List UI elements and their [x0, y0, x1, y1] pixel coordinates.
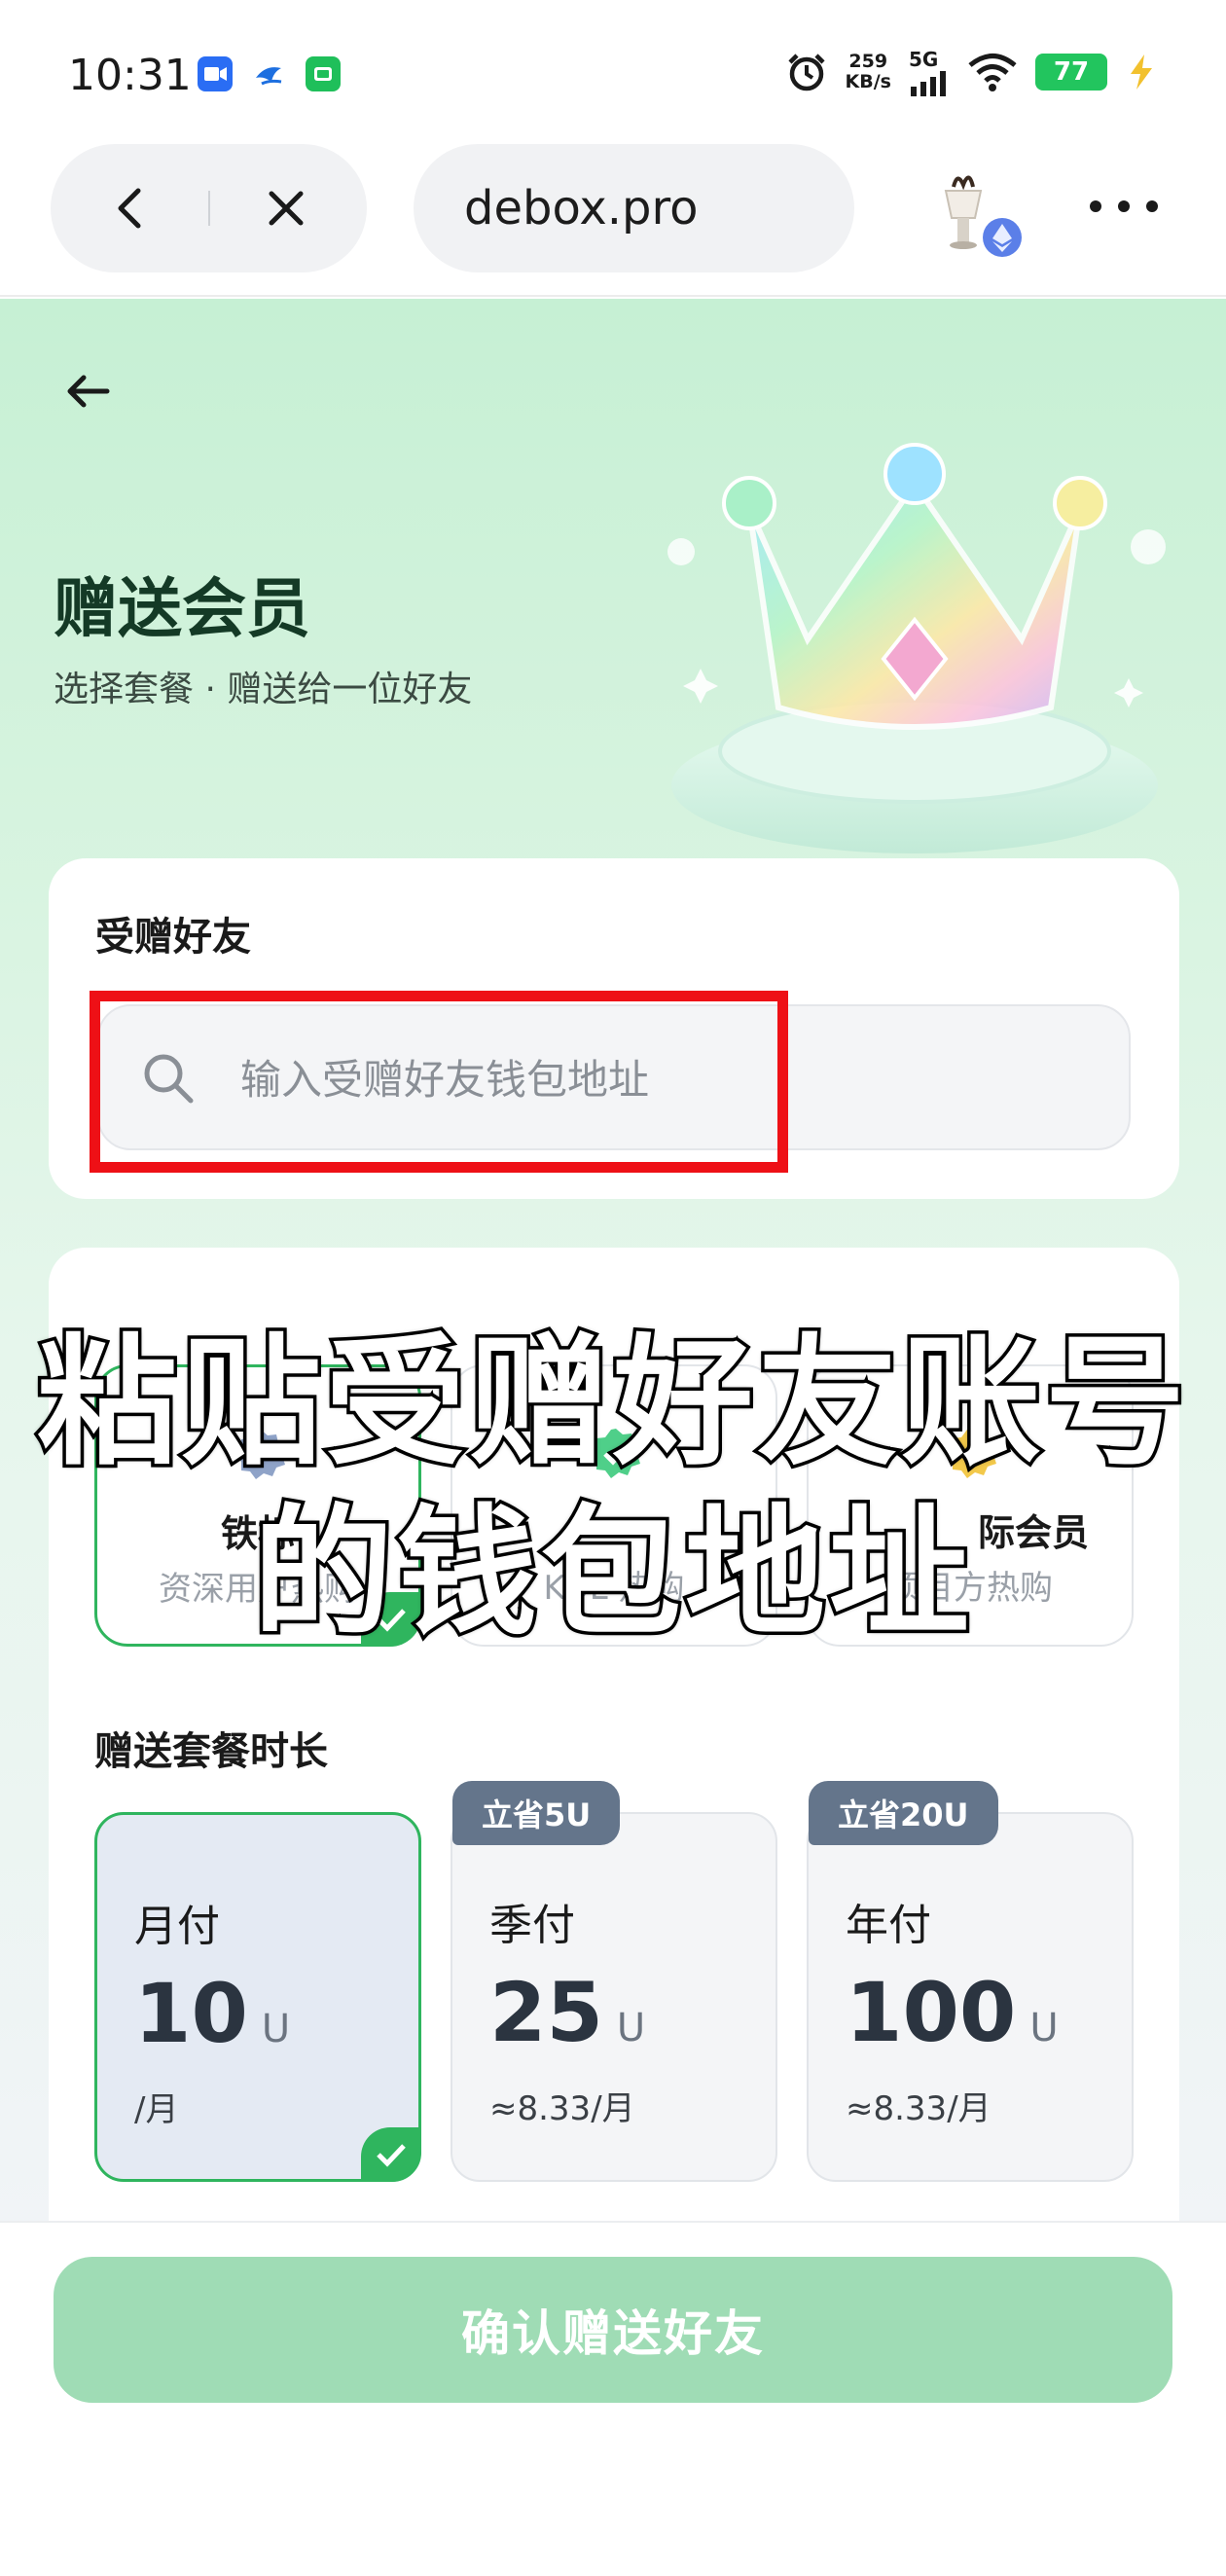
friend-card: 受赠好友: [49, 858, 1179, 1199]
duration-price: 25 U: [489, 1965, 646, 2060]
duration-option-yearly[interactable]: 立省20U 年付 100 U ≈8.33/月: [807, 1781, 1134, 2182]
overlay-caption-line2: 的钱包地址: [249, 1488, 973, 1658]
url-bar[interactable]: debox.pro: [414, 144, 854, 272]
cell-signal-icon: 5G: [909, 48, 950, 96]
bird-app-icon: [252, 56, 287, 91]
duration-name: 年付: [846, 1901, 931, 1950]
video-app-icon: [306, 56, 341, 91]
duration-option-monthly[interactable]: 月付 10 U /月: [94, 1812, 421, 2182]
duration-section-label: 赠送套餐时长: [94, 1729, 328, 1774]
bottom-action-bar: 确认赠送好友: [0, 2221, 1226, 2576]
gift-membership-page: 赠送会员 选择套餐 · 赠送给一位好友 受赠好友 输入受赠好友钱包地址 铁标 资…: [0, 299, 1226, 2221]
url-text: debox.pro: [464, 181, 699, 236]
confirm-gift-button[interactable]: 确认赠送好友: [54, 2257, 1172, 2403]
duration-option-quarterly[interactable]: 立省5U 季付 25 U ≈8.33/月: [451, 1781, 777, 2182]
discount-tag: 立省20U: [809, 1781, 998, 1845]
nav-divider: [208, 191, 210, 226]
back-arrow-icon[interactable]: [58, 362, 117, 420]
close-icon[interactable]: [257, 179, 315, 237]
battery-indicator: 77: [1035, 54, 1107, 91]
discount-tag: 立省5U: [452, 1781, 621, 1845]
duration-name: 月付: [134, 1902, 220, 1951]
browser-toolbar: debox.pro: [0, 136, 1226, 297]
search-icon: [144, 1054, 194, 1104]
selected-check-icon: [361, 2127, 421, 2182]
status-time: 10:31: [68, 51, 192, 100]
duration-note: ≈8.33/月: [489, 2089, 635, 2128]
charging-icon: [1131, 54, 1152, 90]
wifi-icon: [968, 54, 1017, 91]
browser-nav-controls: [51, 144, 367, 272]
alarm-icon: [787, 54, 825, 91]
duration-price: 10 U: [134, 1966, 291, 2061]
net-speed: 259 KB/s: [845, 51, 891, 92]
wallet-address-input[interactable]: [240, 1035, 1097, 1123]
avatar[interactable]: [924, 162, 1031, 269]
back-chevron-icon[interactable]: [101, 179, 160, 237]
page-subtitle: 选择套餐 · 赠送给一位好友: [54, 670, 473, 709]
duration-name: 季付: [489, 1901, 575, 1950]
more-icon[interactable]: [1090, 187, 1158, 226]
duration-options: 月付 10 U /月 立省5U 季付 25 U ≈8.33/月 立省20U 年付…: [94, 1781, 1134, 2182]
friend-section-label: 受赠好友: [95, 915, 251, 960]
meeting-app-icon: [198, 56, 233, 91]
status-indicators: 259 KB/s 5G 77: [785, 47, 1158, 97]
page-title: 赠送会员: [54, 571, 310, 646]
crown-illustration-icon: [667, 443, 1166, 853]
avatar-icon: [944, 175, 1022, 257]
duration-note: ≈8.33/月: [846, 2089, 992, 2128]
status-bar: 10:31 259 KB/s 5G 77: [0, 0, 1226, 146]
duration-price: 100 U: [846, 1965, 1059, 2060]
duration-note: /月: [134, 2090, 179, 2129]
wallet-address-field[interactable]: [97, 1004, 1131, 1150]
